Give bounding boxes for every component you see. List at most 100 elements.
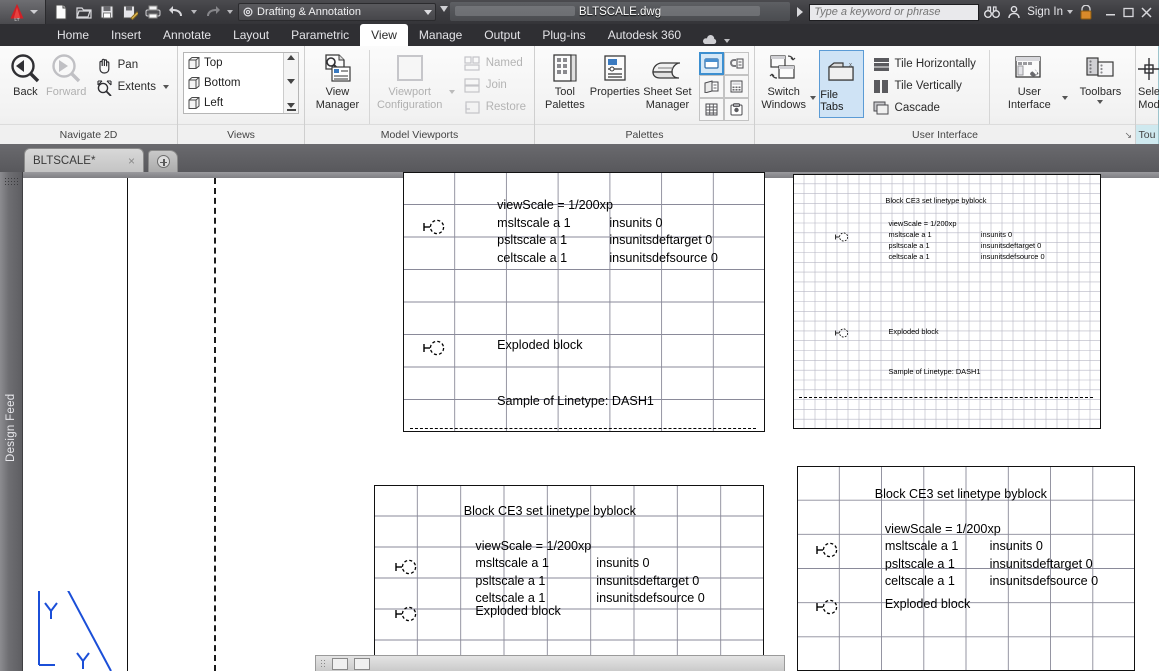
save-icon[interactable] [96, 1, 118, 23]
view-manager-button[interactable]: View Manager [310, 50, 365, 112]
selection-mode-button[interactable]: Sele Mod [1138, 50, 1159, 112]
workspace-caret-icon[interactable] [424, 9, 432, 15]
design-feed-panel[interactable]: Design Feed [0, 172, 23, 671]
zoom-extents-button[interactable]: Extents [93, 76, 172, 98]
block-param-line: psltscale a 1 [475, 573, 546, 588]
gallery-expand-icon[interactable] [286, 103, 296, 111]
tile-vertically-button[interactable]: Tile Vertically [870, 75, 979, 97]
switch-windows-button[interactable]: Switch Windows [760, 50, 807, 112]
sign-in-caret-icon[interactable] [1067, 10, 1073, 14]
tile-vertically-label: Tile Vertically [894, 80, 962, 92]
new-document-icon[interactable] [50, 1, 72, 23]
scroll-down-icon[interactable] [287, 79, 295, 84]
tile-horizontally-button[interactable]: Tile Horizontally [870, 53, 979, 75]
quick-calc-icon[interactable] [724, 75, 749, 98]
design-feed-icon[interactable] [724, 98, 749, 121]
views-item-left[interactable]: Left [184, 93, 283, 113]
undo-dropdown-caret-icon[interactable] [191, 10, 197, 14]
tab-parametric[interactable]: Parametric [280, 24, 360, 46]
cascade-button[interactable]: Cascade [870, 97, 979, 119]
pan-button[interactable]: Pan [93, 54, 172, 76]
workspace-overflow-caret-icon[interactable] [440, 6, 448, 12]
toolbars-caret-icon[interactable] [1097, 100, 1104, 104]
tab-annotate[interactable]: Annotate [152, 24, 222, 46]
file-tabs-button[interactable]: x File Tabs [819, 50, 864, 118]
block-insertion-marker-icon [395, 560, 417, 575]
panel-dialog-launcher[interactable]: ↘ [1124, 130, 1132, 141]
autodesk-exchange-icon[interactable] [1077, 3, 1095, 21]
dbconnect-icon[interactable] [699, 98, 724, 121]
user-interface-caret-icon[interactable] [1061, 96, 1068, 100]
close-icon[interactable]: × [128, 154, 135, 168]
block-insertion-marker-icon [423, 219, 445, 234]
undo-icon[interactable] [165, 1, 187, 23]
toolbar-button-2-icon[interactable] [354, 657, 370, 670]
cloud-menu-button[interactable] [692, 35, 740, 46]
new-drawing-tab-button[interactable] [148, 150, 178, 172]
views-gallery[interactable]: Top Bottom Left [183, 52, 299, 114]
properties-button[interactable]: Properties [590, 50, 640, 99]
save-as-icon[interactable] [119, 1, 141, 23]
block-param-line-right: insunits 0 [989, 539, 1043, 553]
tab-output[interactable]: Output [473, 24, 531, 46]
application-menu-button[interactable]: LT [0, 0, 46, 24]
minimize-button[interactable] [1101, 3, 1119, 21]
view-cube-icon [188, 97, 200, 109]
binoculars-icon[interactable] [983, 3, 1001, 21]
scroll-up-icon[interactable] [287, 55, 295, 60]
file-tab-bltscale[interactable]: BLTSCALE* × [24, 148, 144, 172]
drawing-window-icon[interactable] [699, 52, 724, 75]
user-interface-button[interactable]: User Interface [1000, 50, 1059, 112]
redo-dropdown-caret-icon[interactable] [227, 10, 233, 14]
toolbar-grip-icon[interactable] [320, 658, 326, 669]
sheet-set-manager-icon [649, 52, 685, 86]
tool-palettes-button[interactable]: Tool Palettes [540, 50, 590, 112]
file-tab-bar: BLTSCALE* × [0, 144, 1159, 172]
extents-caret-icon[interactable] [162, 85, 169, 89]
toolbars-button[interactable]: Toolbars [1071, 50, 1130, 104]
app-menu-caret-icon [30, 10, 38, 14]
drawing-canvas[interactable]: viewScale = 1/200xp msltscale a 1 psltscal… [23, 172, 1159, 671]
tab-layout[interactable]: Layout [222, 24, 280, 46]
join-label: Join [485, 79, 507, 91]
infocenter-expand-icon[interactable] [797, 7, 804, 17]
tab-plugins[interactable]: Plug-ins [531, 24, 596, 46]
markup-set-manager-icon[interactable] [699, 75, 724, 98]
tab-insert[interactable]: Insert [100, 24, 152, 46]
views-item-top[interactable]: Top [184, 53, 283, 73]
switch-windows-caret-icon[interactable] [810, 96, 817, 100]
panel-grip-handle[interactable] [4, 177, 18, 185]
close-button[interactable] [1137, 3, 1155, 21]
search-field-wrapper[interactable] [809, 3, 980, 21]
external-references-icon[interactable] [724, 52, 749, 75]
views-item-bottom[interactable]: Bottom [184, 73, 283, 93]
block-param-line: celtscale a 1 [475, 591, 546, 606]
views-scrollbar[interactable] [283, 53, 298, 113]
tab-manage[interactable]: Manage [408, 24, 473, 46]
infocenter: Sign In [797, 0, 1159, 24]
tab-view[interactable]: View [360, 24, 408, 46]
view-cube-icon [188, 77, 200, 89]
block-param-line: viewScale = 1/200xp [475, 538, 592, 553]
toolbar-button-1-icon[interactable] [332, 657, 348, 670]
open-folder-icon[interactable] [73, 1, 95, 23]
tool-palettes-icon [550, 52, 580, 86]
floating-toolbar[interactable] [315, 655, 785, 671]
block-param-line: msltscale a 1 [888, 229, 932, 239]
search-input[interactable] [814, 6, 975, 18]
workspace-switcher-combo[interactable]: Drafting & Annotation [238, 3, 436, 21]
autocad-logo-icon: LT [10, 3, 24, 21]
sign-in-button[interactable]: Sign In [1027, 6, 1063, 18]
user-account-icon[interactable] [1005, 3, 1023, 21]
exploded-block-text: Exploded block [888, 327, 939, 336]
tab-autodesk-360[interactable]: Autodesk 360 [597, 24, 692, 46]
block-param-line: celtscale a 1 [497, 250, 568, 265]
block-param-line: celtscale a 1 [884, 574, 955, 588]
plot-print-icon[interactable] [142, 1, 164, 23]
sheet-set-manager-button[interactable]: Sheet Set Manager [640, 50, 695, 112]
redo-icon[interactable] [201, 1, 223, 23]
cascade-icon [873, 99, 891, 117]
maximize-button[interactable] [1119, 3, 1137, 21]
tab-home[interactable]: Home [46, 24, 100, 46]
back-button[interactable]: Back [5, 50, 46, 99]
